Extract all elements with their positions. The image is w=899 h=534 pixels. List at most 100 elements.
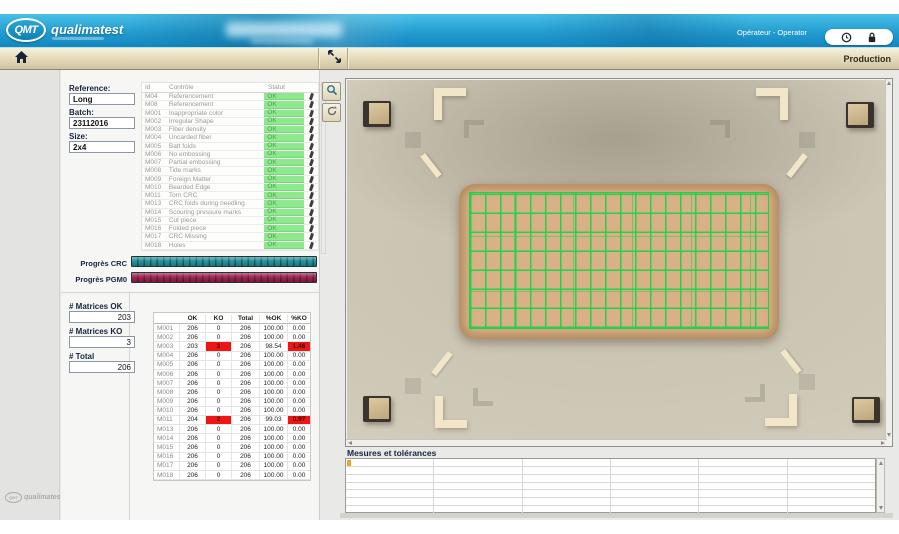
measures-row[interactable]	[346, 459, 875, 467]
measures-row[interactable]	[346, 483, 875, 491]
measures-cell[interactable]	[346, 490, 434, 497]
edit-icon[interactable]	[304, 217, 318, 224]
measures-cell[interactable]	[434, 475, 522, 482]
edit-icon[interactable]	[304, 101, 318, 108]
edit-icon[interactable]	[304, 200, 318, 207]
measures-cell[interactable]	[523, 483, 611, 490]
stats-row[interactable]: M005 206 0 206 100.00 0.00	[154, 361, 310, 370]
rotate-button[interactable]	[322, 103, 341, 122]
viewer-vertical-scrollbar[interactable]	[885, 79, 892, 439]
edit-icon[interactable]	[304, 151, 318, 158]
measures-cell[interactable]	[346, 459, 434, 466]
control-row[interactable]: M004 Uncarded fiber OK	[142, 134, 318, 142]
measures-cell[interactable]	[434, 467, 522, 474]
control-row[interactable]: M08 Referencement OK	[142, 101, 318, 109]
control-row[interactable]: M007 Partial embossing OK	[142, 159, 318, 167]
measures-cell[interactable]	[611, 459, 699, 466]
edit-icon[interactable]	[304, 209, 318, 216]
control-row[interactable]: M014 Scouring pressure marks OK	[142, 209, 318, 217]
measures-cell[interactable]	[788, 490, 875, 497]
control-row[interactable]: M008 Tide marks OK	[142, 167, 318, 175]
scroll-right-icon[interactable]	[881, 441, 885, 445]
measures-cell[interactable]	[523, 475, 611, 482]
edit-icon[interactable]	[304, 159, 318, 166]
edit-icon[interactable]	[304, 233, 318, 240]
measures-cell[interactable]	[699, 475, 787, 482]
scroll-down-icon[interactable]	[879, 506, 883, 510]
edit-icon[interactable]	[304, 242, 318, 249]
control-row[interactable]: M002 Irregular Shape OK	[142, 118, 318, 126]
edit-icon[interactable]	[304, 134, 318, 141]
stats-row[interactable]: M004 206 0 206 100.00 0.00	[154, 352, 310, 361]
measures-cell[interactable]	[523, 506, 611, 513]
size-input[interactable]	[69, 141, 135, 153]
measures-cell[interactable]	[346, 506, 434, 513]
stats-row[interactable]: M016 206 0 206 100.00 0.00	[154, 453, 310, 462]
measures-row[interactable]	[346, 475, 875, 483]
scroll-left-icon[interactable]	[348, 441, 352, 445]
stats-row[interactable]: M006 206 0 206 100.00 0.00	[154, 370, 310, 379]
stats-row[interactable]: M013 206 0 206 100.00 0.00	[154, 425, 310, 434]
measures-cell[interactable]	[523, 490, 611, 497]
measures-cell[interactable]	[611, 490, 699, 497]
measures-cell[interactable]	[346, 467, 434, 474]
measures-cell[interactable]	[523, 467, 611, 474]
stats-row[interactable]: M003 203 3 206 98.54 1.46	[154, 342, 310, 351]
control-row[interactable]: M011 Torn CRC OK	[142, 192, 318, 200]
home-button[interactable]	[8, 50, 34, 68]
measures-cell[interactable]	[611, 475, 699, 482]
stats-row[interactable]: M015 206 0 206 100.00 0.00	[154, 443, 310, 452]
scroll-down-icon[interactable]	[887, 433, 891, 437]
zoom-button[interactable]	[322, 82, 341, 101]
measures-cell[interactable]	[788, 498, 875, 505]
fullscreen-button[interactable]	[322, 50, 346, 68]
edit-icon[interactable]	[304, 192, 318, 199]
reference-input[interactable]	[69, 93, 135, 105]
stats-row[interactable]: M008 206 0 206 100.00 0.00	[154, 388, 310, 397]
control-row[interactable]: M006 No embossing OK	[142, 151, 318, 159]
stats-row[interactable]: M001 206 0 206 100.00 0.00	[154, 324, 310, 333]
matrices-ok-input[interactable]	[69, 311, 135, 323]
edit-icon[interactable]	[304, 225, 318, 232]
measures-cell[interactable]	[788, 483, 875, 490]
control-row[interactable]: M018 Holes OK	[142, 242, 318, 250]
lock-icon[interactable]	[867, 32, 877, 43]
session-clock-icon[interactable]	[841, 32, 852, 43]
measures-cell[interactable]	[611, 498, 699, 505]
measures-cell[interactable]	[611, 506, 699, 513]
matrices-total-input[interactable]	[69, 361, 135, 373]
control-row[interactable]: M010 Bearded Edge OK	[142, 184, 318, 192]
edit-icon[interactable]	[304, 143, 318, 150]
measures-row[interactable]	[346, 498, 875, 506]
session-pill[interactable]	[825, 29, 893, 45]
measures-cell[interactable]	[434, 498, 522, 505]
measures-cell[interactable]	[434, 459, 522, 466]
measures-cell[interactable]	[611, 467, 699, 474]
stats-row[interactable]: M010 206 0 206 100.00 0.00	[154, 407, 310, 416]
measures-cell[interactable]	[699, 498, 787, 505]
stats-row[interactable]: M014 206 0 206 100.00 0.00	[154, 434, 310, 443]
measures-cell[interactable]	[611, 483, 699, 490]
control-row[interactable]: M001 Inappropriate color OK	[142, 110, 318, 118]
measures-cell[interactable]	[788, 506, 875, 513]
measures-scrollbar[interactable]	[876, 458, 885, 513]
measures-cell[interactable]	[346, 483, 434, 490]
stats-row[interactable]: M018 206 0 206 100.00 0.00	[154, 471, 310, 480]
edit-icon[interactable]	[304, 118, 318, 125]
edit-icon[interactable]	[304, 184, 318, 191]
control-row[interactable]: M015 Cut piece OK	[142, 217, 318, 225]
measures-cell[interactable]	[434, 490, 522, 497]
edit-icon[interactable]	[304, 110, 318, 117]
stats-row[interactable]: M007 206 0 206 100.00 0.00	[154, 379, 310, 388]
edit-icon[interactable]	[304, 176, 318, 183]
measures-cell[interactable]	[346, 475, 434, 482]
measures-row[interactable]	[346, 467, 875, 475]
control-row[interactable]: M013 CRC folds during needling OK	[142, 200, 318, 208]
measures-cell[interactable]	[699, 483, 787, 490]
measures-cell[interactable]	[523, 459, 611, 466]
control-row[interactable]: M009 Foreign Matter OK	[142, 176, 318, 184]
stats-row[interactable]: M009 206 0 206 100.00 0.00	[154, 398, 310, 407]
measures-cell[interactable]	[699, 459, 787, 466]
edit-icon[interactable]	[304, 126, 318, 133]
measures-cell[interactable]	[788, 475, 875, 482]
